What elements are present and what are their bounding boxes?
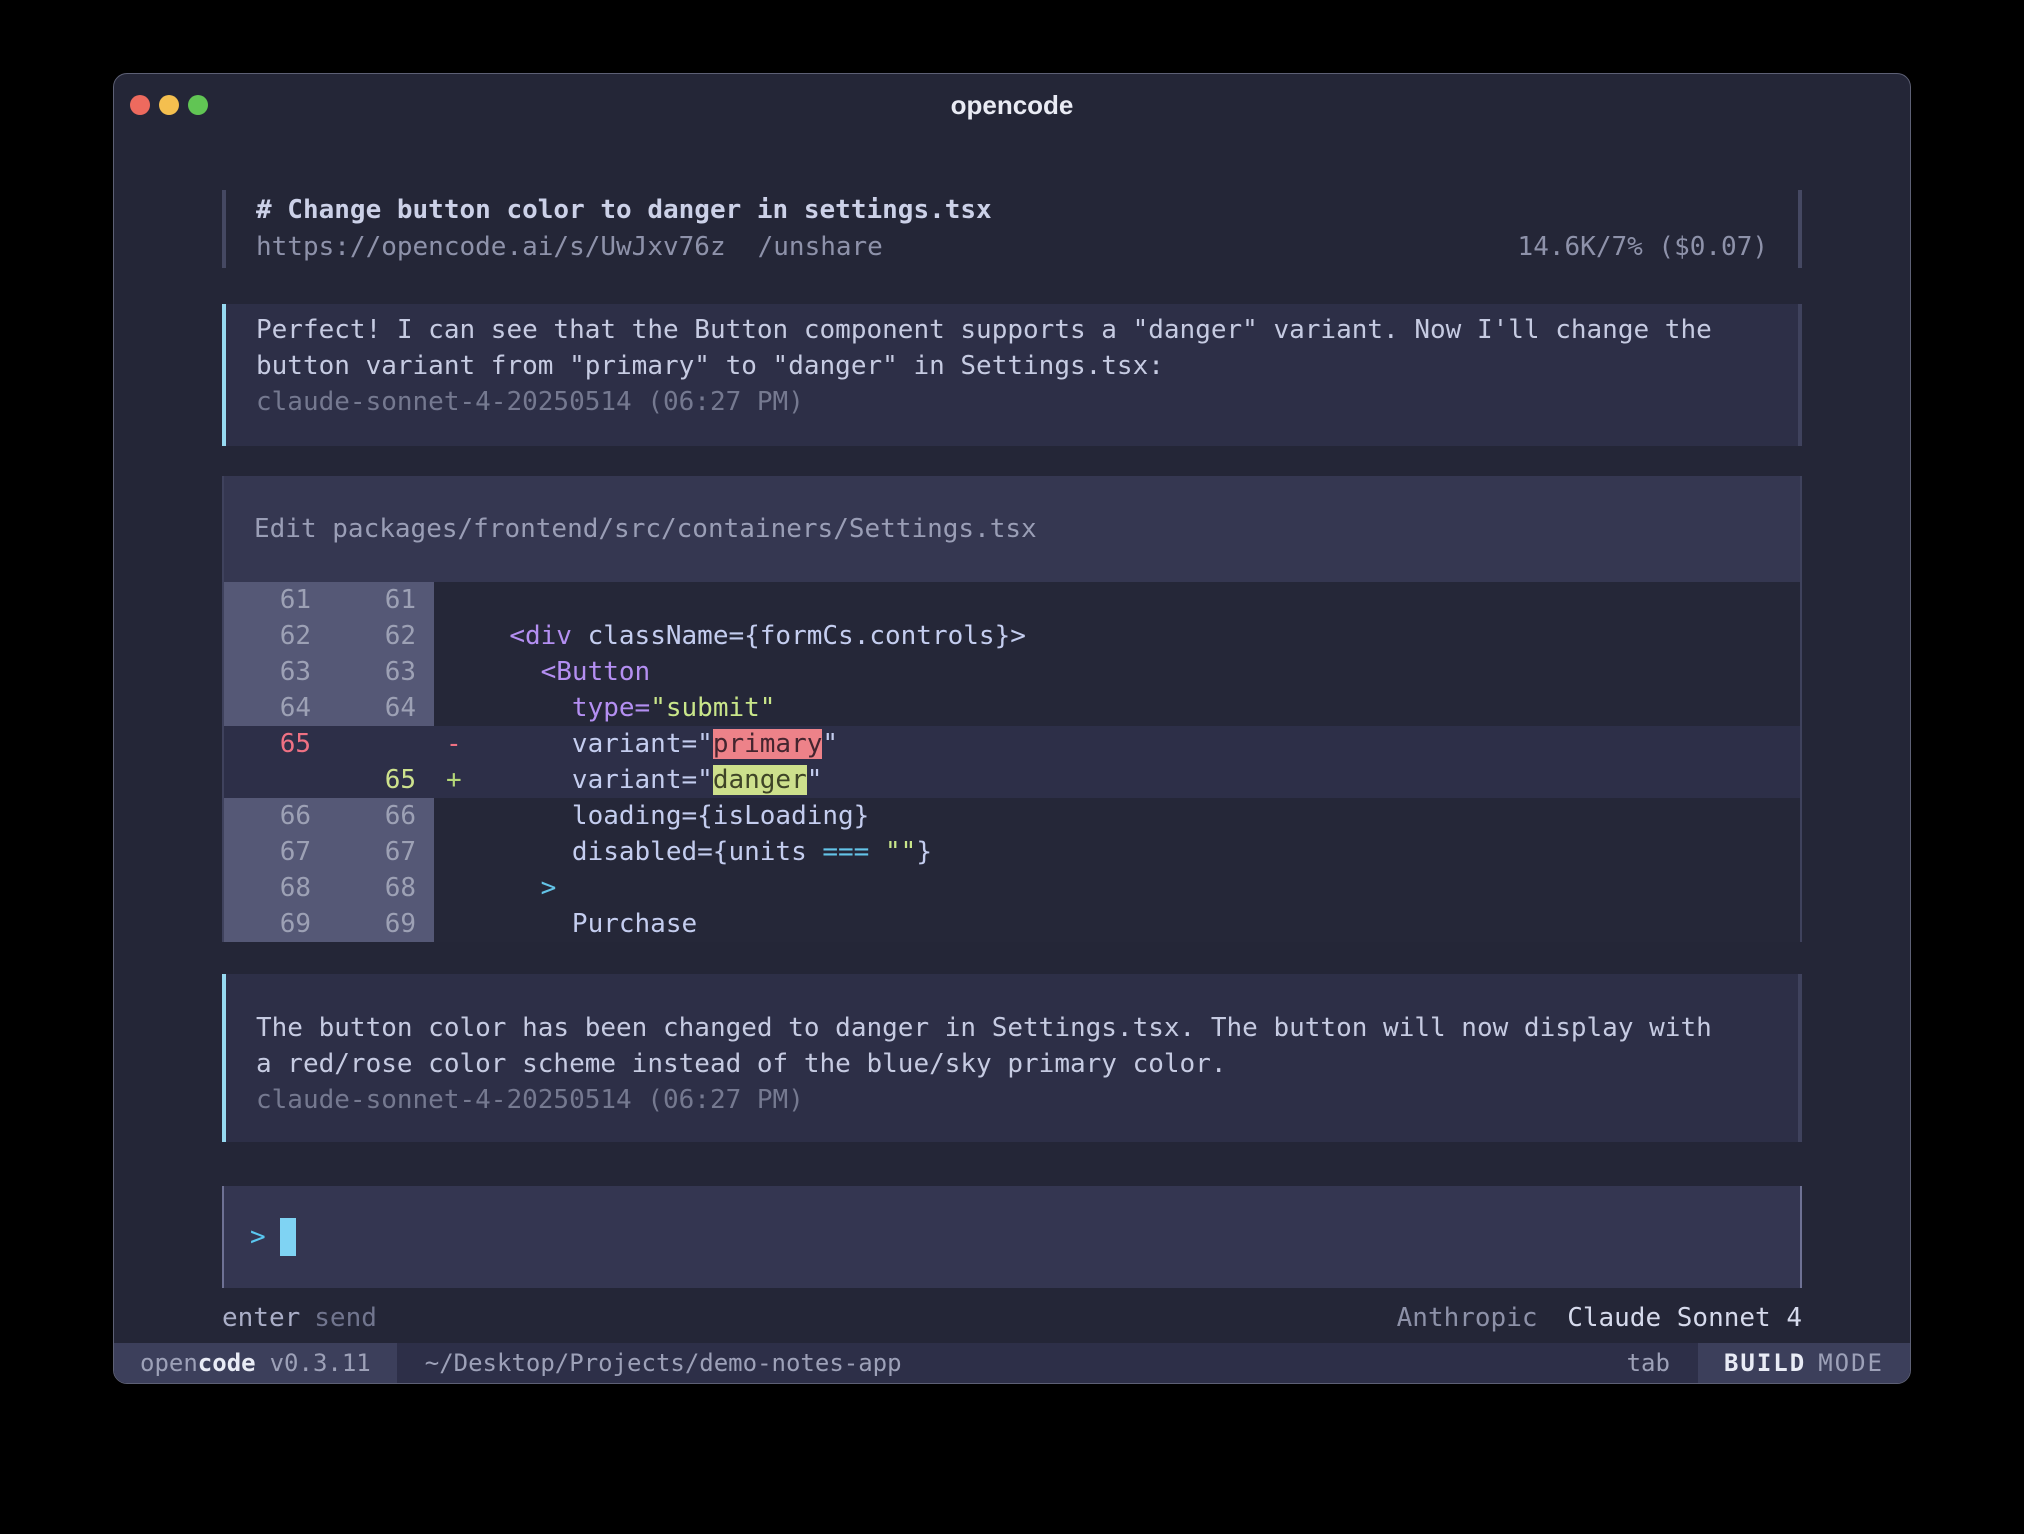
opencode-window: opencode # Change button color to danger… xyxy=(113,73,1911,1384)
diff-row: 6363 <Button xyxy=(224,654,1800,690)
session-title: # Change button color to danger in setti… xyxy=(256,192,1768,229)
prompt-input[interactable]: > xyxy=(222,1186,1802,1288)
tab-key-hint: tab xyxy=(1627,1343,1670,1383)
diff-row: 6666 loading={isLoading} xyxy=(224,798,1800,834)
diff-row: 6161 xyxy=(224,582,1800,618)
model-indicator: Anthropic Claude Sonnet 4 xyxy=(1397,1300,1802,1336)
mode-name-bold: BUILD xyxy=(1724,1349,1806,1377)
provider-name: Anthropic xyxy=(1397,1303,1538,1333)
titlebar: opencode xyxy=(114,74,1910,136)
hint-bar: enter send Anthropic Claude Sonnet 4 xyxy=(222,1300,1802,1336)
session-header: # Change button color to danger in setti… xyxy=(222,190,1802,268)
token-usage-stats: 14.6K/7% ($0.07) xyxy=(1518,229,1768,266)
diff-view: 61616262 <div className={formCs.controls… xyxy=(224,582,1800,942)
working-directory: ~/Desktop/Projects/demo-notes-app xyxy=(425,1343,902,1383)
model-name: Claude Sonnet 4 xyxy=(1567,1303,1802,1333)
session-content: # Change button color to danger in setti… xyxy=(114,136,1910,1343)
prompt-symbol: > xyxy=(250,1222,266,1252)
assistant-message: The button color has been changed to dan… xyxy=(222,974,1802,1142)
app-name: open xyxy=(140,1349,198,1377)
zoom-button[interactable] xyxy=(188,95,208,115)
session-subheader: https://opencode.ai/s/UwJxv76z /unshare … xyxy=(256,229,1768,266)
window-title: opencode xyxy=(951,90,1074,121)
assistant-message-text: The button color has been changed to dan… xyxy=(256,1010,1727,1082)
close-button[interactable] xyxy=(130,95,150,115)
mode-name-rest: MODE xyxy=(1818,1349,1884,1377)
assistant-message-meta: claude-sonnet-4-20250514 (06:27 PM) xyxy=(256,1082,1768,1118)
diff-row: 65- variant="primary" xyxy=(224,726,1800,762)
enter-key-hint: enter xyxy=(222,1300,300,1336)
assistant-message-text: Perfect! I can see that the Button compo… xyxy=(256,312,1727,384)
share-url-link[interactable]: https://opencode.ai/s/UwJxv76z xyxy=(256,229,726,266)
assistant-message: Perfect! I can see that the Button compo… xyxy=(222,304,1802,446)
unshare-command[interactable]: /unshare xyxy=(758,229,883,266)
status-bar: opencode v0.3.11 ~/Desktop/Projects/demo… xyxy=(114,1343,1910,1383)
minimize-button[interactable] xyxy=(159,95,179,115)
send-action-hint: send xyxy=(314,1300,377,1336)
diff-row: 6767 disabled={units === ""} xyxy=(224,834,1800,870)
diff-row: 6464 type="submit" xyxy=(224,690,1800,726)
diff-row: 6868 > xyxy=(224,870,1800,906)
edit-tool-card: Edit packages/frontend/src/containers/Se… xyxy=(222,476,1802,942)
diff-row: 6262 <div className={formCs.controls}> xyxy=(224,618,1800,654)
mode-segment: BUILD MODE xyxy=(1698,1343,1910,1383)
diff-row: 6969 Purchase xyxy=(224,906,1800,942)
edit-tool-action: Edit xyxy=(254,514,317,544)
traffic-lights xyxy=(130,74,208,136)
app-name-bold: code xyxy=(198,1349,256,1377)
app-version-segment: opencode v0.3.11 xyxy=(114,1343,397,1383)
edit-tool-header: Edit packages/frontend/src/containers/Se… xyxy=(224,476,1800,582)
app-version: v0.3.11 xyxy=(270,1349,371,1377)
edit-tool-file-path: packages/frontend/src/containers/Setting… xyxy=(332,514,1036,544)
diff-row: 65+ variant="danger" xyxy=(224,762,1800,798)
assistant-message-meta: claude-sonnet-4-20250514 (06:27 PM) xyxy=(256,384,1768,420)
text-cursor xyxy=(280,1218,296,1256)
